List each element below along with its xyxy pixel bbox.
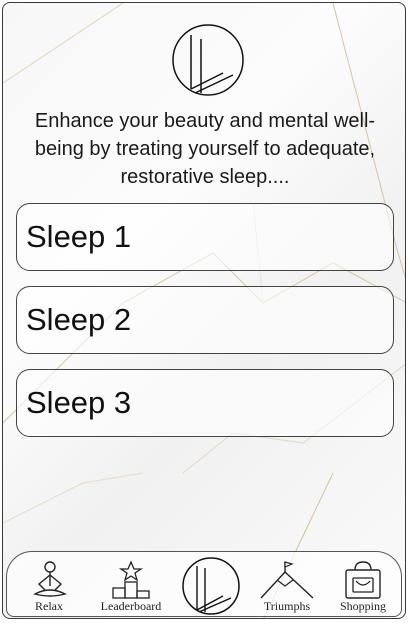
tab-shopping[interactable]: Shopping	[329, 552, 397, 618]
meditation-icon	[33, 561, 67, 597]
tab-shopping-label: Shopping	[339, 599, 386, 613]
sleep-1-button[interactable]: Sleep 1	[16, 203, 394, 271]
tab-relax[interactable]: Relax	[21, 552, 77, 618]
tab-triumphs-label: Triumphs	[263, 599, 311, 613]
sleep-3-label: Sleep 3	[26, 385, 132, 420]
home-logo-button[interactable]	[181, 556, 241, 616]
shopping-bag-icon	[345, 561, 381, 599]
tab-leaderboard-label: Leaderboard	[100, 599, 162, 613]
tagline-text: Enhance your beauty and mental well-bein…	[34, 110, 376, 188]
brand-logo-icon	[172, 24, 244, 96]
app-screen: Enhance your beauty and mental well-bein…	[2, 2, 406, 619]
mountain-flag-icon	[260, 561, 314, 599]
sleep-2-button[interactable]: Sleep 2	[16, 286, 394, 354]
tab-triumphs[interactable]: Triumphs	[255, 552, 319, 618]
sleep-1-label: Sleep 1	[26, 219, 132, 254]
tab-relax-label: Relax	[35, 599, 63, 613]
tab-leaderboard[interactable]: Leaderboard	[91, 552, 171, 618]
sleep-3-button[interactable]: Sleep 3	[16, 369, 394, 437]
podium-star-icon	[112, 560, 150, 599]
sleep-2-label: Sleep 2	[26, 302, 132, 337]
bottom-tab-bar: Relax Leaderboard Triumphs Shopping	[6, 551, 402, 617]
